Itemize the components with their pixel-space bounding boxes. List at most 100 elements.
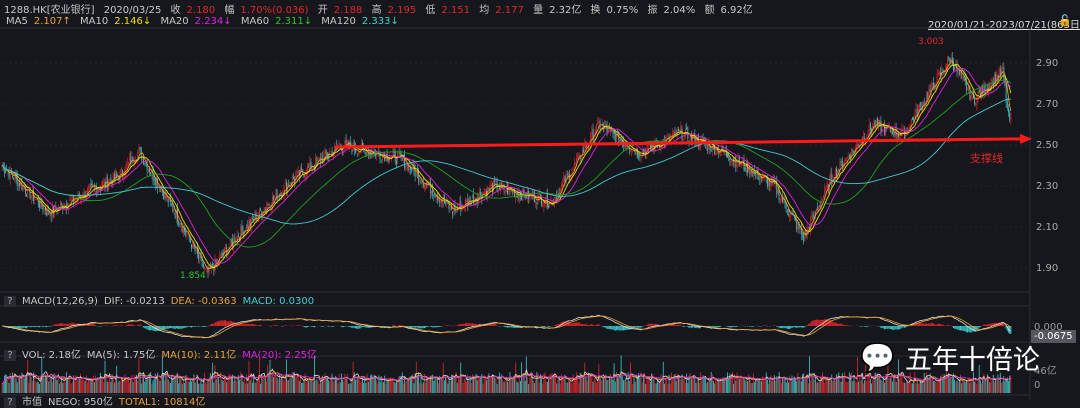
volume-bar	[462, 382, 464, 393]
volume-bar	[908, 382, 910, 393]
candle-body	[174, 212, 176, 218]
volume-bar	[234, 375, 236, 393]
volume-bar	[755, 380, 757, 393]
y-tick-label: 2.10	[1036, 222, 1058, 233]
candle-body	[97, 188, 99, 194]
volume-bar	[707, 381, 709, 393]
volume-bar	[639, 375, 641, 393]
volume-bar	[864, 380, 865, 393]
volume-bar	[376, 380, 377, 393]
ma120-line	[1, 98, 1011, 225]
volume-bar	[839, 380, 841, 393]
volume-bar	[617, 377, 619, 393]
volume-bar	[701, 378, 703, 393]
volume-bar	[383, 382, 384, 393]
volume-bar	[766, 379, 768, 393]
volume-bar	[360, 381, 362, 393]
volume-bar	[557, 376, 559, 393]
volume-bar	[417, 375, 418, 393]
candle-body	[345, 139, 347, 143]
volume-bar	[221, 379, 223, 393]
candle-body	[699, 145, 700, 147]
volume-bar	[102, 379, 104, 393]
candle-body	[847, 156, 849, 159]
volume-bar	[312, 381, 314, 393]
help-icon[interactable]: ?	[4, 397, 16, 408]
volume-bar	[750, 382, 752, 393]
volume-bar	[282, 376, 284, 393]
help-icon[interactable]: ?	[4, 350, 16, 361]
volume-bar	[771, 380, 773, 393]
volume-bar	[812, 376, 814, 393]
volume-bar	[350, 383, 352, 393]
volume-bar	[355, 379, 356, 393]
candle-body	[186, 234, 188, 236]
volume-bar	[9, 373, 11, 393]
candle-body	[750, 171, 752, 174]
volume-bar	[314, 355, 315, 393]
volume-bar	[394, 382, 396, 393]
volume-bar	[43, 377, 45, 393]
candle-body	[494, 180, 496, 183]
volume-bar	[325, 379, 327, 393]
volume-bar	[888, 378, 890, 393]
volume-bar	[754, 381, 755, 393]
volume-bar	[833, 378, 835, 393]
candle-body	[466, 199, 468, 202]
candle-body	[301, 167, 303, 170]
candle-body	[160, 189, 162, 193]
candle-body	[325, 149, 327, 155]
volume-bar	[407, 379, 409, 393]
volume-bar	[726, 379, 727, 393]
volume-bar	[398, 376, 400, 393]
volume-bar	[982, 379, 984, 393]
candle-body	[551, 201, 553, 204]
volume-bar	[592, 381, 594, 393]
volume-bar	[310, 380, 312, 393]
candle-body	[561, 184, 562, 187]
volume-bar	[721, 380, 723, 393]
volume-bar	[343, 381, 345, 393]
volume-bar	[949, 378, 951, 393]
volume-bar	[790, 381, 792, 393]
volume-bar	[583, 376, 585, 393]
volume-bar	[226, 382, 228, 393]
volume-bar	[504, 380, 506, 393]
candle-body	[728, 156, 730, 161]
volume-bar	[816, 382, 817, 393]
candle-body	[591, 130, 593, 135]
candle-body	[226, 246, 228, 255]
volume-bar	[741, 377, 743, 393]
volume-bar	[160, 377, 162, 393]
volume-bar	[825, 379, 827, 393]
candle-body	[678, 128, 679, 132]
volume-bar	[507, 381, 508, 393]
candle-body	[490, 184, 492, 188]
candle-body	[597, 120, 599, 124]
volume-bar	[1008, 381, 1009, 393]
volume-bar	[229, 374, 231, 393]
volume-bar	[193, 374, 195, 393]
volume-bar	[848, 372, 850, 393]
candle-body	[429, 181, 431, 194]
volume-bar	[619, 376, 621, 393]
candle-body	[893, 132, 895, 137]
candle-body	[612, 131, 614, 133]
volume-bar	[62, 383, 64, 393]
volume-bar	[70, 383, 72, 393]
candle-body	[34, 199, 36, 201]
volume-bar	[63, 377, 65, 393]
volume-bar	[840, 381, 842, 393]
volume-bar	[130, 377, 132, 393]
volume-bar	[618, 377, 620, 393]
volume-bar	[115, 378, 116, 393]
volume-bar	[422, 381, 424, 393]
candle-body	[89, 185, 91, 189]
volume-bar	[660, 374, 662, 393]
volume-bar	[552, 376, 554, 393]
volume-bar	[480, 376, 482, 393]
candle-body	[667, 134, 669, 136]
candle-body	[221, 252, 223, 255]
volume-bar	[99, 372, 101, 393]
help-icon[interactable]: ?	[4, 296, 16, 307]
